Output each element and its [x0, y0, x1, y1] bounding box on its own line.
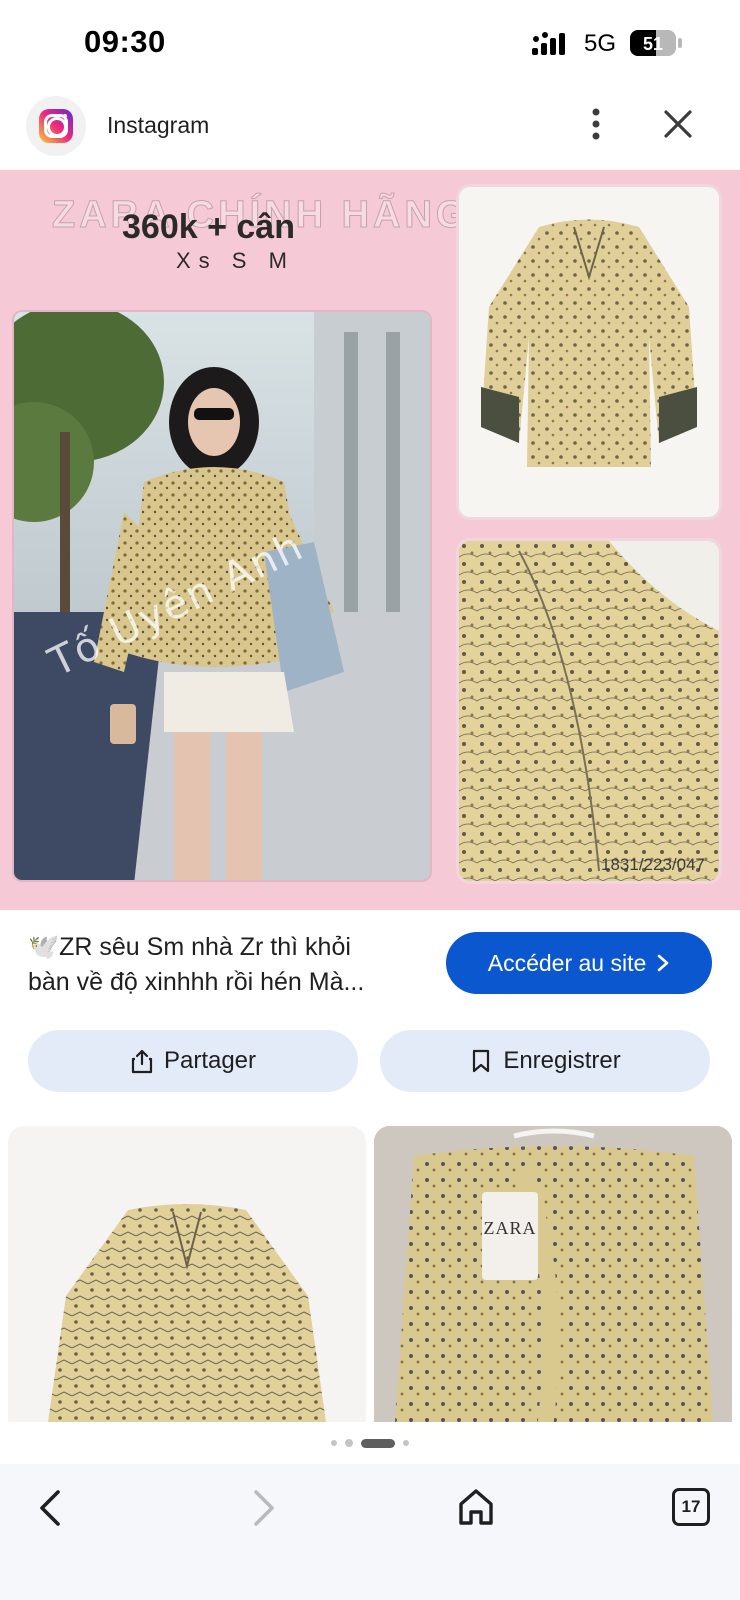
source-header: Instagram	[0, 92, 740, 170]
page-indicator	[0, 1434, 740, 1452]
image-sizes-text: Xs S M	[176, 248, 295, 273]
product-photo-detail: 1831/223/047	[456, 538, 722, 884]
page-dot	[345, 1439, 353, 1447]
description-line-2: bàn về độ xinhhh rồi hén Mà...	[28, 968, 365, 996]
product-front-art	[481, 219, 697, 467]
description-line-1: 🕊️ZR sêu Sm nhà Zr thì khỏi	[28, 933, 351, 961]
tabs-button[interactable]: 17	[672, 1488, 710, 1526]
home-icon[interactable]	[456, 1486, 496, 1528]
share-label: Partager	[163, 1047, 257, 1074]
visit-site-label: Accéder au site	[487, 949, 647, 976]
product-detail-art	[459, 541, 719, 881]
product-photo-front	[456, 184, 722, 520]
product-code: 1831/223/047	[601, 855, 705, 874]
related-result-tile[interactable]: ZARA	[374, 1126, 732, 1422]
status-time: 09:30	[84, 24, 166, 59]
related-results: ZARA	[0, 1126, 740, 1422]
related-result-tile[interactable]	[8, 1126, 366, 1422]
battery-level: 51	[643, 34, 663, 54]
signal-icon	[532, 32, 565, 55]
share-button[interactable]: Partager	[28, 1030, 358, 1092]
battery-icon: 51	[630, 30, 682, 56]
back-icon[interactable]	[32, 1486, 68, 1530]
more-vert-icon[interactable]	[578, 104, 614, 144]
page-dot	[403, 1440, 409, 1446]
image-description[interactable]: 🕊️ZR sêu Sm nhà Zr thì khỏi bàn về độ xi…	[28, 930, 418, 1000]
status-bar: 09:30 5G 51	[0, 0, 740, 88]
forward-icon[interactable]	[246, 1486, 282, 1530]
instagram-logo-icon[interactable]	[26, 96, 86, 156]
chevron-right-icon	[657, 954, 669, 972]
close-icon[interactable]	[660, 106, 696, 142]
network-type: 5G	[584, 30, 617, 57]
page-dot	[331, 1440, 337, 1446]
save-button[interactable]: Enregistrer	[380, 1030, 710, 1092]
price-tag: ZARA	[482, 1192, 538, 1280]
page-dot-active	[361, 1438, 395, 1448]
share-icon	[131, 1049, 153, 1074]
source-title[interactable]: Instagram	[107, 112, 209, 139]
bookmark-icon	[473, 1049, 490, 1073]
visit-site-button[interactable]: Accéder au site	[446, 932, 712, 994]
related-product-art	[48, 1204, 326, 1422]
image-price-text: 360k + cân	[122, 208, 295, 246]
save-label: Enregistrer	[503, 1047, 621, 1074]
main-product-image[interactable]: ZARA CHÍNH HÃNG 360k + cân Xs S M 1831/2…	[0, 170, 740, 910]
related-product-photo-art	[374, 1126, 732, 1422]
bottom-navigation: 17	[0, 1464, 740, 1600]
